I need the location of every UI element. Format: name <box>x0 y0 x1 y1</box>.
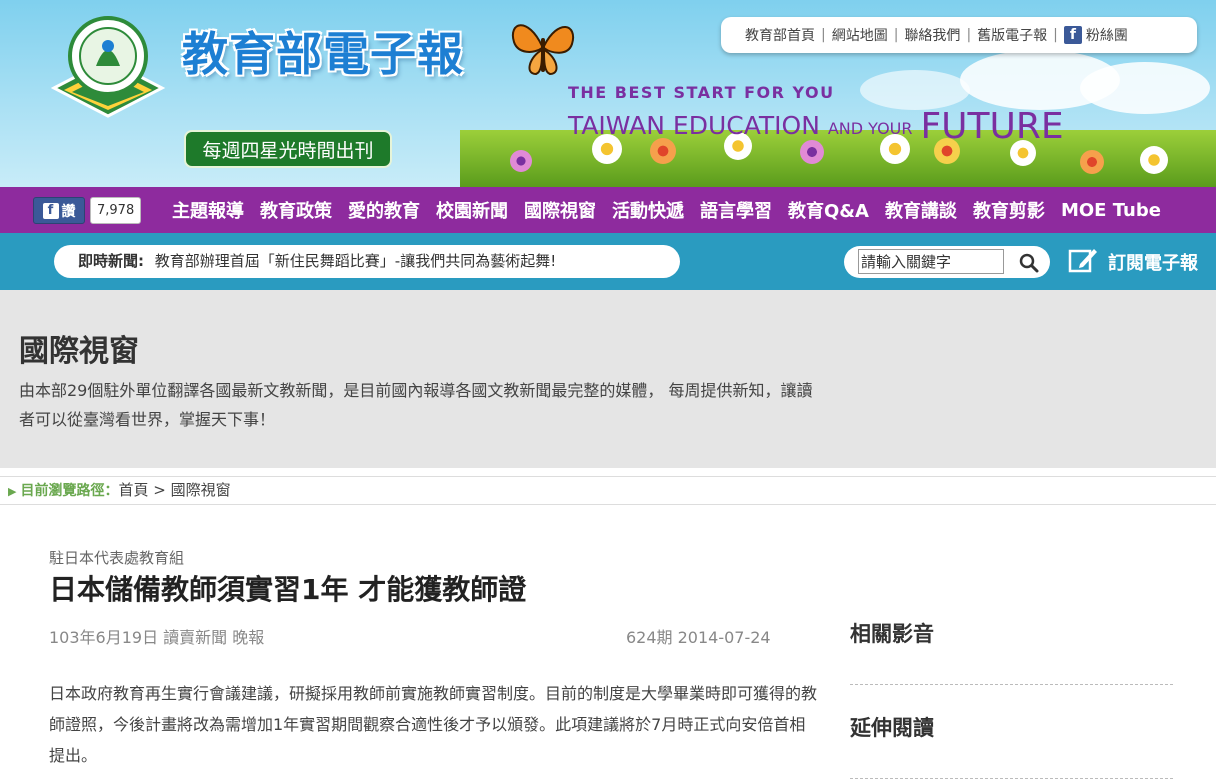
ticker-label: 即時新聞: <box>78 252 144 270</box>
sidebar-related-media-heading: 相關影音 <box>850 622 934 646</box>
top-link-moe-home[interactable]: 教育部首頁 <box>745 25 815 45</box>
breadcrumb-arrow-icon: ▶ <box>8 485 17 498</box>
nav-item-love-education[interactable]: 愛的教育 <box>340 197 428 223</box>
top-link-old-edition[interactable]: 舊版電子報 <box>977 25 1047 45</box>
nav-items: 主題報導 教育政策 愛的教育 校園新聞 國際視窗 活動快遞 語言學習 教育Q&A… <box>164 187 1169 233</box>
edit-icon <box>1068 246 1098 279</box>
article-issue: 624期 2014-07-24 <box>626 628 771 647</box>
nav-item-language-learning[interactable]: 語言學習 <box>692 197 780 223</box>
nav-item-moe-tube[interactable]: MOE Tube <box>1053 200 1169 221</box>
site-header: 教育部電子報 每週四星光時間出刊 THE BEST START FOR YOU … <box>0 0 1216 187</box>
sidebar-divider <box>850 684 1173 685</box>
top-link-contact[interactable]: 聯絡我們 <box>904 25 960 45</box>
facebook-icon: f <box>42 202 59 219</box>
breadcrumb: ▶ 目前瀏覽路徑：首頁 > 國際視窗 <box>0 476 1216 505</box>
nav-item-feature-reports[interactable]: 主題報導 <box>164 197 252 223</box>
link-separator: | <box>966 27 972 43</box>
nav-item-education-qa[interactable]: 教育Q&A <box>780 197 877 223</box>
link-separator: | <box>893 27 899 43</box>
sidebar-divider <box>850 778 1173 779</box>
article-meta: 103年6月19日 讀賣新聞 晚報 <box>49 628 265 647</box>
subscribe-label: 訂閱電子報 <box>1108 253 1198 274</box>
nav-item-education-snapshots[interactable]: 教育剪影 <box>965 197 1053 223</box>
ministry-logo[interactable] <box>44 12 172 134</box>
nav-item-events[interactable]: 活動快遞 <box>604 197 692 223</box>
facebook-like-widget: f 讚 7,978 <box>33 197 142 224</box>
search-input[interactable] <box>858 249 1004 274</box>
like-count: 7,978 <box>90 197 142 224</box>
nav-item-campus-news[interactable]: 校園新聞 <box>428 197 516 223</box>
toolbar: 即時新聞: 教育部辦理首屆「新住民舞蹈比賽」-讓我們共同為藝術起舞! 訂閱電子報 <box>0 233 1216 290</box>
facebook-like-button[interactable]: f 讚 <box>33 197 85 224</box>
article-body: 日本政府教育再生實行會議建議，研擬採用教師前實施教師實習制度。目前的制度是大學畢… <box>49 684 818 765</box>
link-separator: | <box>821 27 826 43</box>
slogan-line-2: TAIWAN EDUCATION AND YOUR FUTURE <box>568 102 1064 147</box>
flower-decoration <box>510 150 532 172</box>
publish-schedule-badge: 每週四星光時間出刊 <box>184 130 392 168</box>
ticker-text[interactable]: 教育部辦理首屆「新住民舞蹈比賽」-讓我們共同為藝術起舞! <box>155 252 556 270</box>
facebook-icon[interactable]: f <box>1063 26 1082 44</box>
slogan-part-a: TAIWAN EDUCATION <box>568 111 820 140</box>
nav-item-international[interactable]: 國際視窗 <box>516 197 604 223</box>
section-description: 由本部29個駐外單位翻譯各國最新文教新聞，是目前國內報導各國文教新聞最完整的媒體… <box>19 381 813 429</box>
breadcrumb-home-link[interactable]: 首頁 <box>118 481 148 499</box>
flower-decoration <box>1080 150 1104 174</box>
article-title: 日本儲備教師須實習1年 才能獲教師證 <box>49 573 527 606</box>
flower-decoration <box>1140 146 1168 174</box>
section-intro: 國際視窗 由本部29個駐外單位翻譯各國最新文教新聞，是目前國內報導各國文教新聞最… <box>0 290 1216 468</box>
flower-decoration <box>800 140 824 164</box>
top-link-sitemap[interactable]: 網站地圖 <box>832 25 888 45</box>
slogan-line-1: THE BEST START FOR YOU <box>568 83 835 102</box>
main-nav: f 讚 7,978 主題報導 教育政策 愛的教育 校園新聞 國際視窗 活動快遞 … <box>0 187 1216 233</box>
slogan-part-b: AND YOUR <box>827 119 913 138</box>
breadcrumb-current: 國際視窗 <box>170 481 231 499</box>
news-ticker[interactable]: 即時新聞: 教育部辦理首屆「新住民舞蹈比賽」-讓我們共同為藝術起舞! <box>54 245 680 278</box>
nav-item-education-policy[interactable]: 教育政策 <box>252 197 340 223</box>
link-separator: | <box>1053 27 1058 43</box>
search-icon[interactable] <box>1018 252 1040 274</box>
top-links-bar: 教育部首頁 | 網站地圖 | 聯絡我們 | 舊版電子報 | f 粉絲團 <box>721 17 1197 53</box>
breadcrumb-label: 目前瀏覽路徑： <box>20 483 119 499</box>
like-label: 讚 <box>61 203 76 220</box>
top-link-fan-page[interactable]: 粉絲團 <box>1086 25 1128 45</box>
subscribe-button[interactable]: 訂閱電子報 <box>1068 246 1198 278</box>
section-title: 國際視窗 <box>19 334 139 369</box>
cloud-decoration <box>1080 62 1210 114</box>
breadcrumb-separator: > <box>153 481 166 499</box>
butterfly-icon <box>508 16 578 84</box>
slogan-part-future: FUTURE <box>920 106 1064 147</box>
search-box <box>844 246 1050 278</box>
site-title[interactable]: 教育部電子報 <box>182 18 464 84</box>
article-source: 駐日本代表處教育組 <box>49 549 185 567</box>
sidebar-further-reading-heading: 延伸閱讀 <box>850 716 934 740</box>
nav-item-education-talks[interactable]: 教育講談 <box>877 197 965 223</box>
